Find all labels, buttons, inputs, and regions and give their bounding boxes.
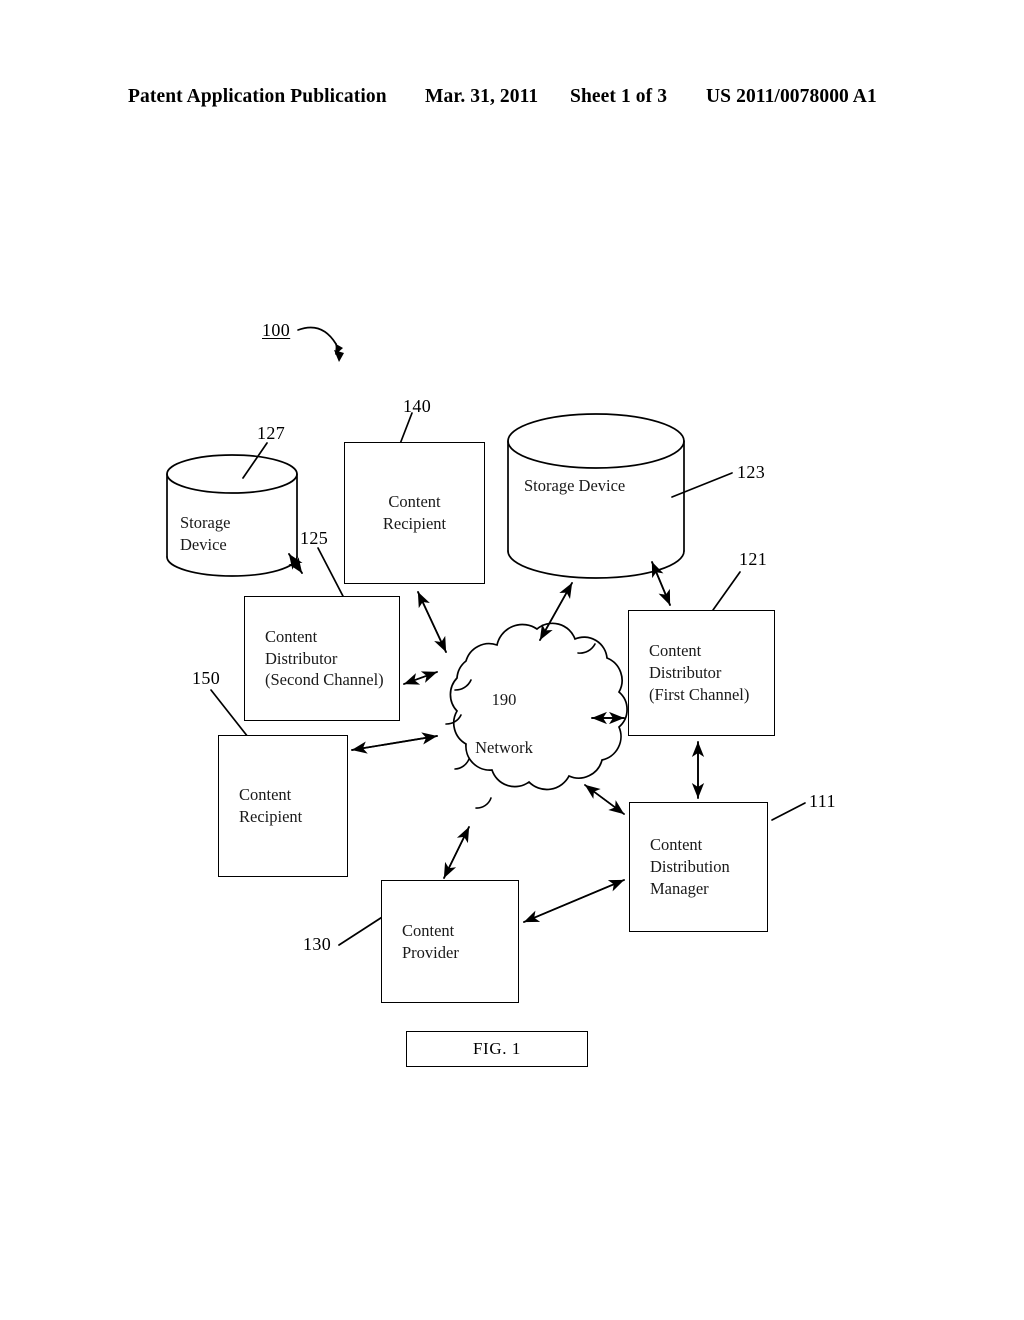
ref-label-140: 140	[403, 396, 432, 416]
node-content-recipient-140[interactable]: Content Recipient	[344, 442, 485, 584]
node-label-line: (First Channel)	[649, 684, 750, 704]
node-label-line: Recipient	[239, 807, 303, 826]
node-content-provider[interactable]: Content Provider	[381, 880, 519, 1003]
node-label-line: Manager	[650, 878, 709, 898]
network-cloud-ref: 190	[491, 690, 517, 709]
storage-device-left-label: Storage Device	[180, 513, 231, 554]
node-label-line: Provider	[402, 942, 459, 962]
storage-device-right-label: Storage Device	[524, 476, 626, 495]
node-label-line: Content	[265, 626, 318, 646]
network-cloud-label: Network	[475, 738, 533, 757]
node-label-line: Distribution	[650, 857, 730, 877]
ref-label-121: 121	[739, 549, 768, 569]
ref-label-150: 150	[192, 668, 221, 688]
ref-label-100: 100	[262, 320, 291, 340]
node-label-line: Content	[649, 641, 702, 661]
ref-label-123: 123	[737, 462, 766, 482]
ref-label-127: 127	[257, 423, 286, 443]
figure-drawing-area: 100 127 140 123 121 125 150 130 111 Stor…	[0, 0, 1024, 1320]
figure-caption-box: FIG. 1	[406, 1031, 588, 1067]
node-label-line: Distributor	[265, 648, 338, 668]
node-content-recipient-150[interactable]: Content Recipient	[218, 735, 348, 877]
node-label-line: Content	[388, 492, 441, 512]
node-label-line: Content	[402, 920, 455, 940]
figure-vector-layer	[166, 326, 806, 946]
node-label-line: Content	[650, 835, 703, 855]
node-label-line: Recipient	[382, 514, 447, 533]
node-content-distributor-second-channel[interactable]: Content Distributor (Second Channel)	[244, 596, 400, 721]
figure-caption-text: FIG. 1	[473, 1039, 521, 1058]
node-label-line: (Second Channel)	[265, 670, 384, 690]
node-content-distributor-first-channel[interactable]: Content Distributor (First Channel)	[628, 610, 775, 736]
ref-label-125: 125	[300, 528, 329, 548]
ref-label-130: 130	[303, 934, 332, 954]
ref-label-111: 111	[809, 791, 836, 811]
node-label-line: Content	[239, 785, 292, 805]
node-label-line: Distributor	[649, 663, 722, 683]
node-content-distribution-manager[interactable]: Content Distribution Manager	[629, 802, 768, 932]
